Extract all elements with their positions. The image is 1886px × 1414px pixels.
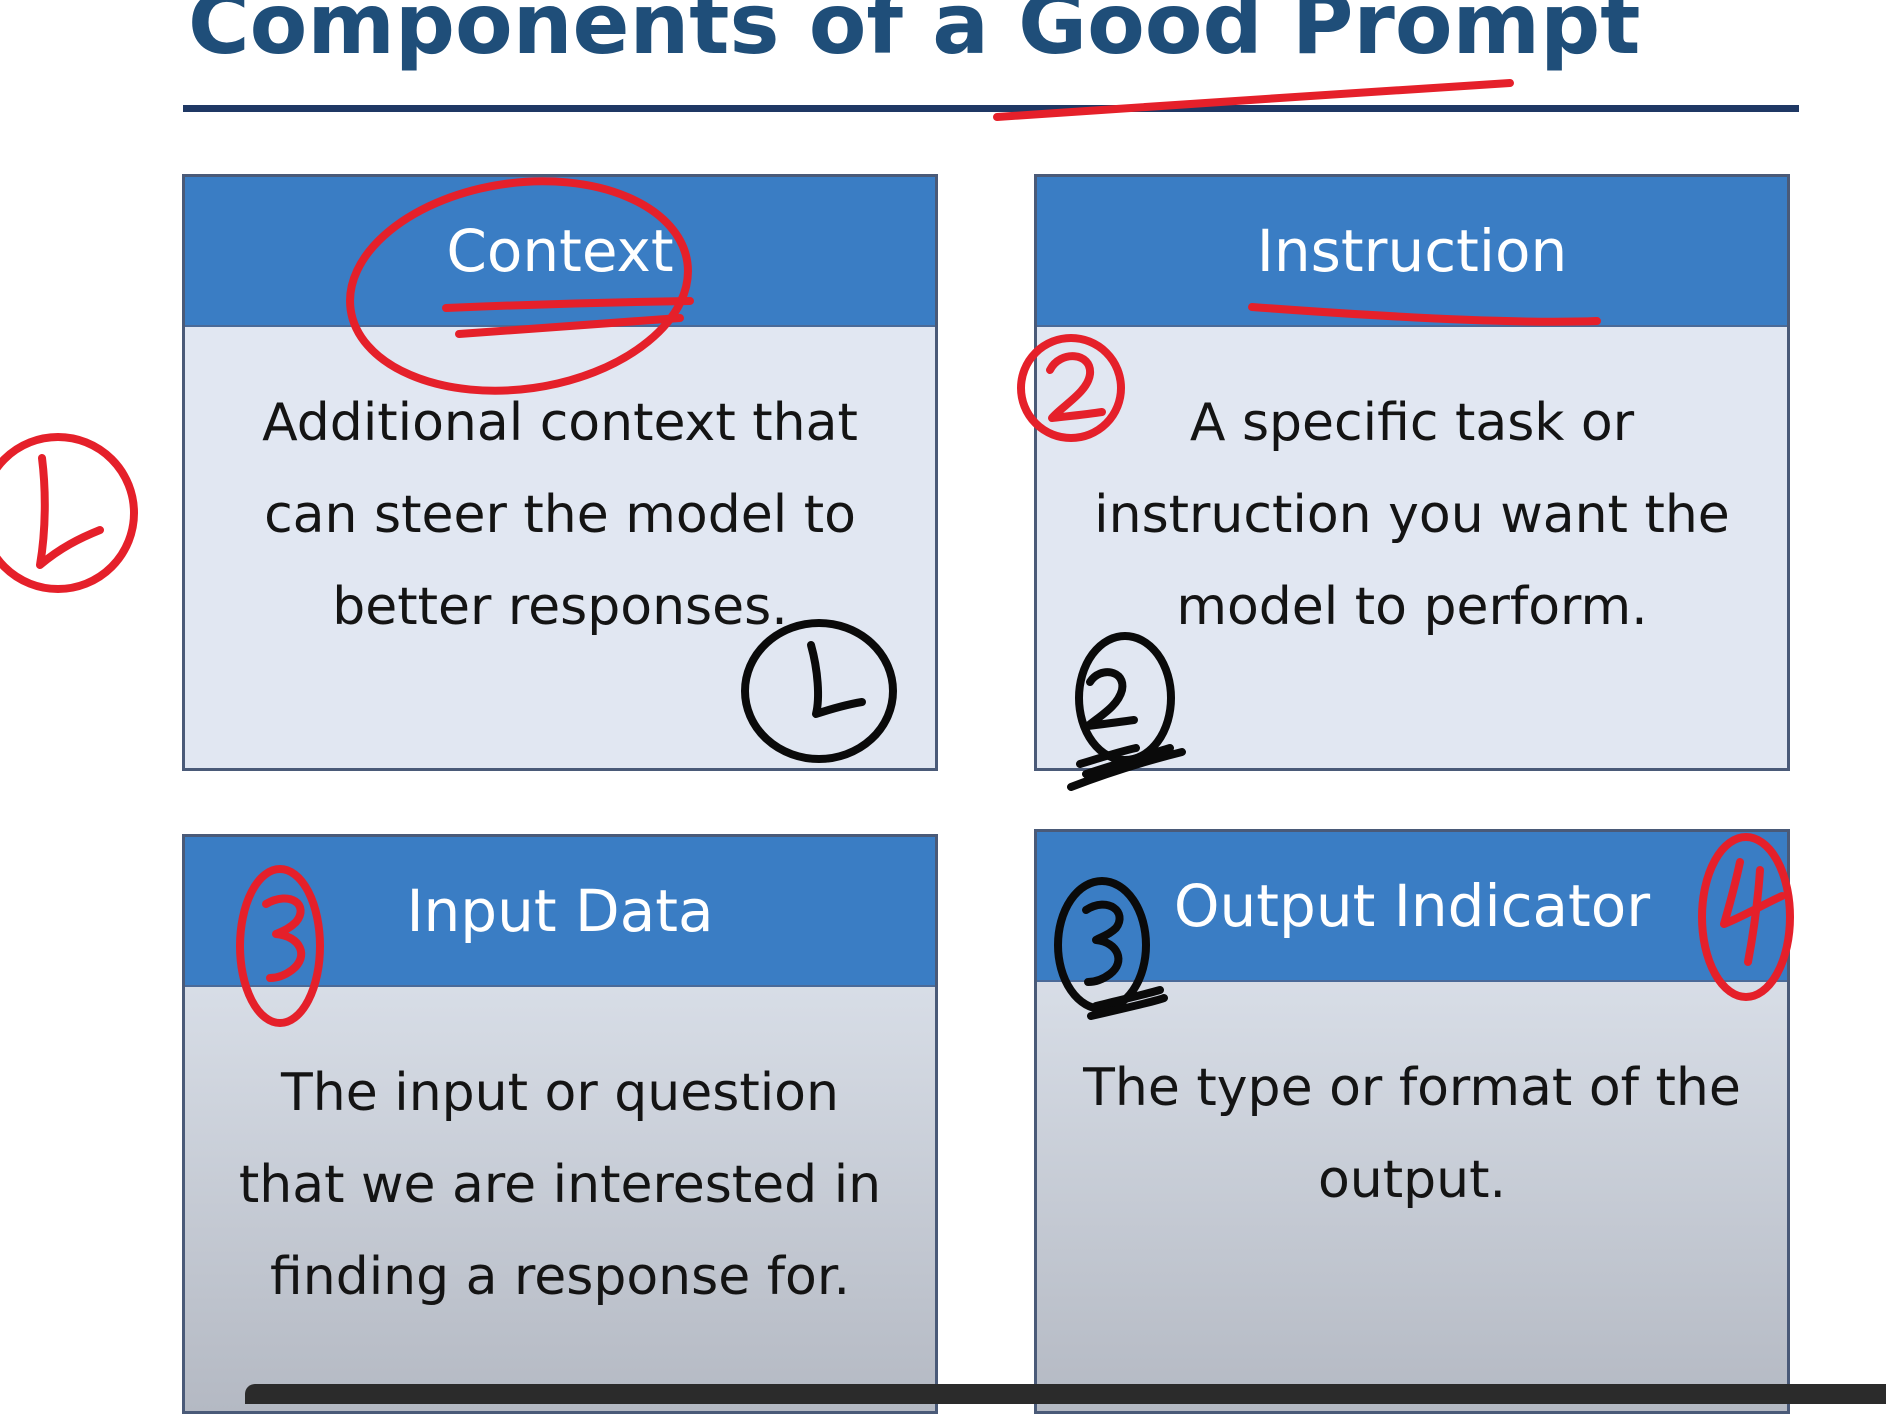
number-one-annotation bbox=[0, 433, 138, 593]
card-description: A specific task or instruction you want … bbox=[1094, 393, 1730, 637]
card-output-indicator: Output Indicator The type or format of t… bbox=[1034, 829, 1790, 1414]
card-heading: Input Data bbox=[185, 837, 935, 987]
card-heading: Instruction bbox=[1037, 177, 1787, 327]
card-instruction: Instruction A specific task or instructi… bbox=[1034, 174, 1790, 771]
card-description: The input or question that we are intere… bbox=[238, 1063, 882, 1307]
number-one-annotation bbox=[36, 454, 104, 569]
video-progress-bar[interactable] bbox=[245, 1384, 1886, 1404]
card-input-data: Input Data The input or question that we… bbox=[182, 834, 938, 1414]
title-divider bbox=[183, 105, 1799, 112]
card-heading: Context bbox=[185, 177, 935, 327]
card-description: Additional context that can steer the mo… bbox=[262, 393, 858, 637]
card-heading: Output Indicator bbox=[1037, 832, 1787, 982]
card-context: Context Additional context that can stee… bbox=[182, 174, 938, 771]
card-description: The type or format of the output. bbox=[1083, 1058, 1741, 1210]
slide-title: Components of a Good Prompt bbox=[188, 0, 1641, 73]
